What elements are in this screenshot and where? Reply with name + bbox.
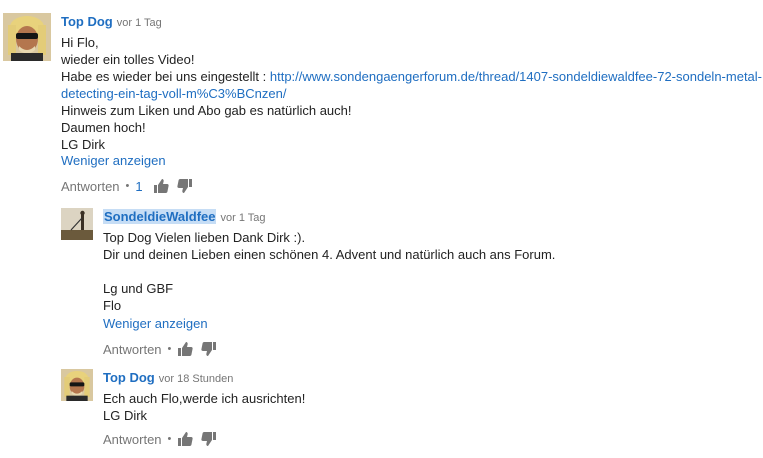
comment-line: Habe es wieder bei uns eingestellt : htt…: [61, 68, 762, 85]
comment-author[interactable]: Top Dog: [61, 14, 113, 29]
thumbs-down-icon[interactable]: [177, 178, 193, 194]
comment-line: LG Dirk: [103, 408, 148, 423]
thumbs-up-icon[interactable]: [153, 178, 169, 194]
thumbs-up-icon[interactable]: [177, 341, 194, 357]
reply-button[interactable]: Antworten: [61, 179, 120, 194]
avatar-sondeldiewaldfee[interactable]: [61, 208, 93, 240]
comment-author[interactable]: Top Dog: [103, 370, 155, 385]
comment-body: Hi Flo, wieder ein tolles Video! Habe es…: [61, 34, 762, 153]
separator-dot: •: [125, 180, 130, 192]
avatar-image: [61, 208, 93, 240]
comment-line: detecting-ein-tag-voll-m%C3%BCnzen/: [61, 85, 762, 102]
avatar-top-dog[interactable]: [3, 13, 51, 61]
forum-link-continued[interactable]: detecting-ein-tag-voll-m%C3%BCnzen/: [61, 86, 286, 101]
reply-button[interactable]: Antworten: [103, 342, 162, 357]
comment-author[interactable]: SondeldieWaldfee: [103, 209, 217, 224]
avatar-image: [61, 369, 93, 401]
comment-line: wieder ein tolles Video!: [61, 52, 195, 67]
comment-text: Habe es wieder bei uns eingestellt :: [61, 69, 270, 84]
comment-line: Top Dog Vielen lieben Dank Dirk :).: [103, 230, 306, 245]
reply-button[interactable]: Antworten: [103, 432, 162, 447]
show-less-link[interactable]: Weniger anzeigen: [61, 153, 166, 168]
avatar-image: [3, 13, 51, 61]
separator-dot: •: [167, 433, 172, 445]
comment-line: Dir und deinen Lieben einen schönen 4. A…: [103, 247, 556, 262]
comment-body: Ech auch Flo,werde ich ausrichten! LG Di…: [103, 390, 305, 424]
separator-dot: •: [167, 343, 172, 355]
comment-actions: Antworten •: [103, 341, 225, 357]
comment-line: [103, 263, 555, 280]
comment-line: LG Dirk: [61, 137, 106, 152]
like-count: 1: [135, 178, 143, 194]
comment-time[interactable]: vor 18 Stunden: [159, 373, 234, 385]
comment-actions: Antworten •: [103, 431, 225, 447]
comment-line: Flo: [103, 298, 122, 313]
thumbs-down-icon[interactable]: [201, 431, 217, 447]
forum-link[interactable]: http://www.sondengaengerforum.de/thread/…: [270, 69, 762, 84]
comment-line: Hi Flo,: [61, 35, 99, 50]
avatar-top-dog[interactable]: [61, 369, 93, 401]
comment-body: Top Dog Vielen lieben Dank Dirk :). Dir …: [103, 229, 555, 314]
comment-time[interactable]: vor 1 Tag: [220, 212, 265, 224]
comment-time[interactable]: vor 1 Tag: [117, 17, 162, 29]
thumbs-down-icon[interactable]: [201, 341, 217, 357]
comment-line: Daumen hoch!: [61, 120, 146, 135]
comment-line: Lg und GBF: [103, 281, 174, 296]
comment-actions: Antworten • 1: [61, 178, 201, 194]
comment-line: Ech auch Flo,werde ich ausrichten!: [103, 391, 306, 406]
thumbs-up-icon[interactable]: [177, 431, 194, 447]
comment-line: Hinweis zum Liken und Abo gab es natürli…: [61, 103, 352, 118]
show-less-link[interactable]: Weniger anzeigen: [103, 316, 208, 331]
